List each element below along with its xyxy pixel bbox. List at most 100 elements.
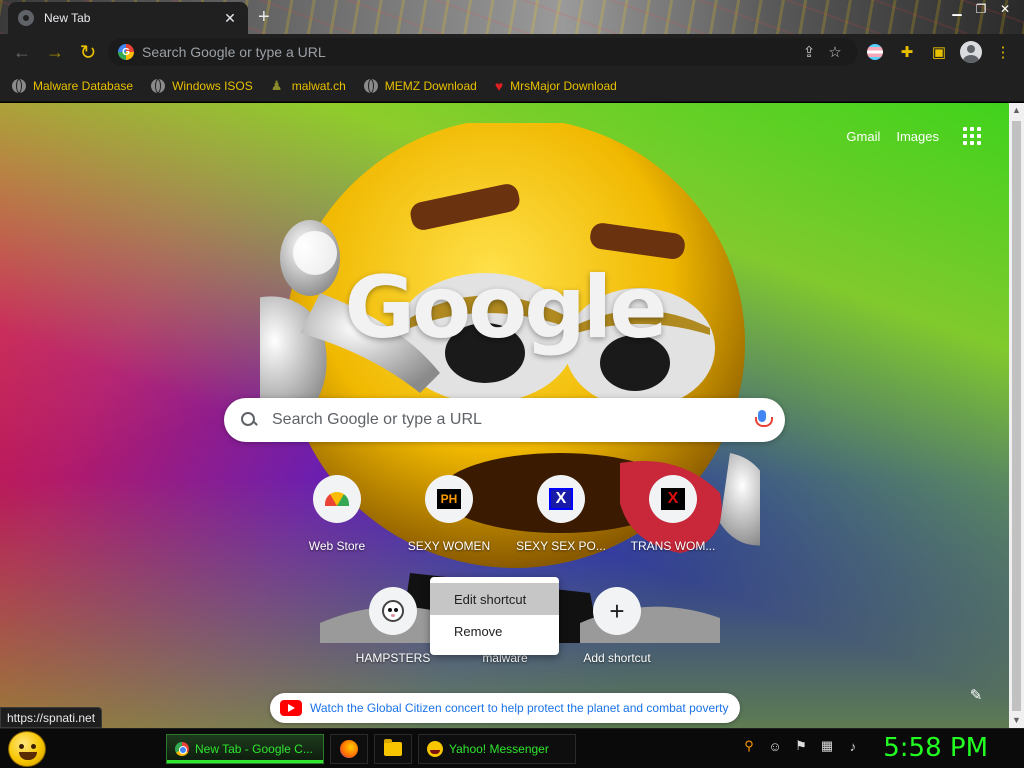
x-blue-icon: X: [549, 488, 573, 510]
profile-icon[interactable]: [958, 38, 984, 66]
shortcut-trans-wom[interactable]: X TRANS WOM...: [617, 473, 729, 563]
restore-icon[interactable]: ❐: [970, 0, 992, 18]
tab-new-tab[interactable]: New Tab ✕: [8, 2, 248, 34]
chrome-icon: [175, 742, 189, 756]
plus-icon: +: [609, 596, 625, 626]
shortcut-tile: [369, 587, 417, 635]
shortcut-label: SEXY SEX PO...: [516, 539, 606, 553]
customize-pencil-icon[interactable]: ✎: [967, 686, 985, 704]
bookmark-mrsmajor-download[interactable]: ♥ MrsMajor Download: [495, 78, 617, 94]
new-tab-button[interactable]: +: [258, 6, 270, 29]
bookmark-malware-database[interactable]: Malware Database: [12, 78, 134, 93]
newtab-favicon-icon: [18, 10, 34, 26]
sidepanel-icon[interactable]: ▣: [926, 38, 952, 66]
yahoo-icon: [427, 741, 443, 757]
window-controls: ▁ ❐ ✕: [946, 0, 1016, 18]
taskbar: New Tab - Google C... Yahoo! Messenger ⚲…: [0, 728, 1024, 768]
menu-icon[interactable]: ⋮: [990, 38, 1016, 66]
toolbar-right: ✚ ▣ ⋮: [862, 38, 1016, 66]
globe-icon: [12, 78, 26, 93]
shortcut-sexy-women[interactable]: PH SEXY WOMEN: [393, 473, 505, 563]
promo-banner[interactable]: Watch the Global Citizen concert to help…: [270, 693, 740, 723]
bookmark-label: MrsMajor Download: [510, 78, 617, 93]
task-yahoo-messenger[interactable]: Yahoo! Messenger: [418, 734, 576, 764]
tab-strip: New Tab ✕ + ▁ ❐ ✕: [0, 0, 1024, 34]
google-g-icon: [118, 44, 134, 60]
start-button-smiley-icon[interactable]: [8, 731, 46, 767]
scroll-thumb[interactable]: [1012, 121, 1021, 711]
bookmark-label: malwat.ch: [291, 78, 346, 93]
folder-icon: [384, 739, 402, 756]
hamster-icon: [382, 600, 404, 622]
shortcut-tile: X: [649, 475, 697, 523]
search-input[interactable]: Search Google or type a URL: [224, 398, 785, 442]
globe-icon: [151, 78, 166, 93]
forward-icon[interactable]: →: [41, 38, 69, 66]
tray-network-icon[interactable]: ▦: [818, 737, 836, 755]
share-icon[interactable]: ⇪: [796, 43, 822, 61]
shortcut-add[interactable]: + Add shortcut: [561, 585, 673, 675]
browser-toolbar: ← → ↻ Search Google or type a URL ⇪ ☆ ✚ …: [0, 34, 1024, 70]
flag-icon[interactable]: [862, 38, 888, 66]
task-label: New Tab - Google C...: [195, 742, 313, 756]
reload-icon[interactable]: ↻: [74, 38, 102, 66]
omnibox[interactable]: Search Google or type a URL ⇪ ☆: [108, 38, 858, 66]
x-red-icon: X: [661, 488, 685, 510]
bookmark-windows-isos[interactable]: Windows ISOS: [151, 78, 253, 93]
puzzle-icon[interactable]: ✚: [894, 38, 920, 66]
shortcut-label: Web Store: [308, 539, 366, 553]
webstore-icon: [325, 492, 349, 506]
menu-item-edit-shortcut[interactable]: Edit shortcut: [430, 583, 559, 615]
gmail-link[interactable]: Gmail: [846, 129, 880, 144]
tray-flag-icon[interactable]: ⚑: [792, 737, 810, 755]
shortcut-tile: +: [593, 587, 641, 635]
close-window-icon[interactable]: ✕: [994, 0, 1016, 18]
system-tray: ⚲ ☺ ⚑ ▦ ♪: [740, 737, 862, 755]
apps-grid-icon[interactable]: [963, 127, 981, 145]
omnibox-placeholder: Search Google or type a URL: [142, 44, 326, 60]
shortcut-label: HAMPSTERS: [355, 651, 431, 665]
heart-icon: ♥: [494, 77, 504, 94]
page-scrollbar[interactable]: ▲ ▼: [1009, 103, 1024, 728]
ph-icon: PH: [437, 489, 461, 509]
task-firefox[interactable]: [330, 734, 368, 764]
globe-icon: [363, 78, 378, 93]
search-placeholder: Search Google or type a URL: [272, 411, 482, 428]
shortcut-tile: X: [537, 475, 585, 523]
shortcut-context-menu: Edit shortcut Remove: [430, 577, 559, 655]
scroll-up-icon[interactable]: ▲: [1009, 103, 1024, 118]
top-links: Gmail Images: [846, 127, 981, 145]
tray-messenger-icon[interactable]: ☺: [766, 737, 784, 755]
youtube-icon: [280, 700, 302, 716]
bookmark-label: Malware Database: [33, 78, 134, 93]
shortcut-tile: PH: [425, 475, 473, 523]
task-label: Yahoo! Messenger: [449, 742, 549, 756]
screen: New Tab ✕ + ▁ ❐ ✕ ← → ↻ Search Google or…: [0, 0, 1024, 768]
bookmark-label: MEMZ Download: [384, 78, 477, 93]
task-chrome[interactable]: New Tab - Google C...: [166, 734, 324, 764]
taskbar-clock[interactable]: 5:58 PM: [883, 733, 988, 763]
bookmark-label: Windows ISOS: [172, 78, 253, 93]
minimize-icon[interactable]: ▁: [946, 0, 968, 18]
images-link[interactable]: Images: [896, 129, 939, 144]
scroll-down-icon[interactable]: ▼: [1009, 713, 1024, 728]
shortcut-tile: [313, 475, 361, 523]
person-icon: ♟: [270, 77, 283, 93]
tray-volume-icon[interactable]: ♪: [844, 737, 862, 755]
menu-item-remove[interactable]: Remove: [430, 615, 559, 647]
bookmark-memz-download[interactable]: MEMZ Download: [363, 78, 477, 93]
microphone-icon[interactable]: [755, 410, 773, 430]
background-emoji-image: [260, 123, 760, 643]
shortcut-sexy-sex-po[interactable]: X SEXY SEX PO...: [505, 473, 617, 563]
bookmark-malwatch[interactable]: ♟ malwat.ch: [270, 77, 346, 93]
tab-close-icon[interactable]: ✕: [222, 10, 238, 27]
status-url: https://spnati.net: [0, 707, 103, 728]
shortcut-label: Add shortcut: [583, 651, 651, 665]
back-icon[interactable]: ←: [8, 38, 36, 66]
shortcut-web-store[interactable]: Web Store: [281, 473, 393, 563]
star-icon[interactable]: ☆: [822, 43, 848, 61]
task-folder[interactable]: [374, 734, 412, 764]
shortcut-label: SEXY WOMEN: [407, 539, 491, 553]
tray-search-icon[interactable]: ⚲: [740, 737, 758, 755]
tab-title: New Tab: [44, 11, 91, 25]
